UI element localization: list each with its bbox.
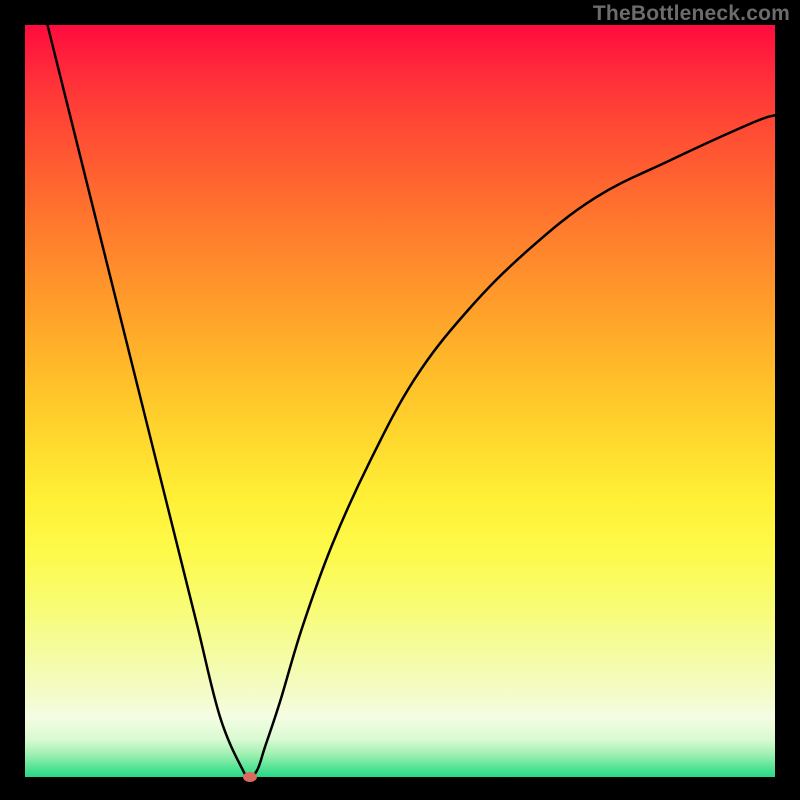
bottleneck-curve-path	[48, 25, 776, 777]
minimum-marker	[243, 772, 257, 782]
watermark-text: TheBottleneck.com	[593, 2, 790, 26]
chart-frame: TheBottleneck.com	[0, 0, 800, 800]
plot-area	[25, 25, 775, 777]
curve-svg	[25, 25, 775, 777]
